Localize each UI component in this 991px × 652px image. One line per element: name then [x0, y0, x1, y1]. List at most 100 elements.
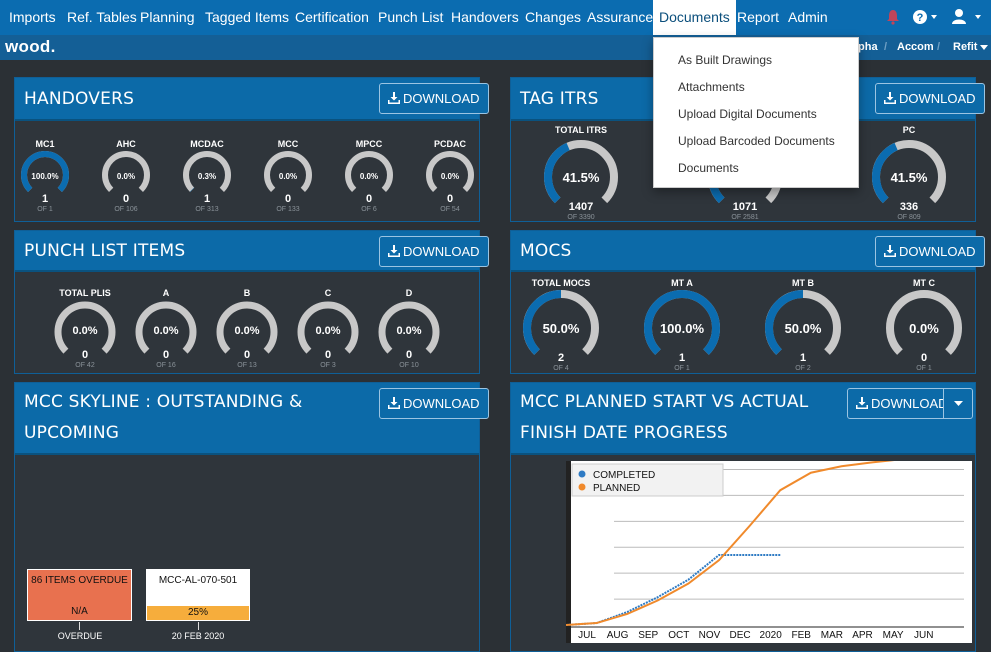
- gauge[interactable]: AHC0.0%0OF 106: [105, 139, 147, 213]
- gauge-count: 0: [123, 193, 129, 205]
- panel-body: 86 ITEMS OVERDUE N/A MCC-AL-070-501 25% …: [15, 455, 479, 651]
- x-tick-label: NOV: [699, 630, 721, 641]
- chevron-down-icon[interactable]: [980, 45, 988, 51]
- download-button[interactable]: DOWNLOAD: [847, 388, 957, 419]
- panel-title: PUNCH LIST ITEMS: [24, 236, 185, 267]
- gauge-percent: 0.0%: [360, 172, 378, 181]
- gauge[interactable]: PCDAC0.0%0OF 54: [429, 139, 471, 213]
- gauge[interactable]: MT A100.0%1OF 1: [648, 278, 716, 372]
- breadcrumb-item[interactable]: pha: [858, 41, 878, 53]
- gauge-label: A: [163, 288, 170, 298]
- nav-imports[interactable]: Imports: [9, 0, 56, 35]
- card-caption: 20 FEB 2020: [163, 631, 233, 641]
- gauge[interactable]: B0.0%0OF 13: [220, 288, 274, 369]
- tick: [79, 622, 80, 630]
- panel-body: TOTAL PLIS0.0%0OF 42 A0.0%0OF 16 B0.0%0OF …: [15, 272, 479, 373]
- help-icon[interactable]: ?: [913, 9, 941, 25]
- panel-title: MCC PLANNED START VS ACTUAL: [520, 387, 808, 418]
- handovers-gauges: MC1100.0%1OF 1AHC0.0%0OF 106MCDAC0.3%1OF…: [15, 121, 479, 221]
- nav-planning[interactable]: Planning: [140, 0, 195, 35]
- gauge[interactable]: TOTAL ITRS41.5%1407OF 3390: [548, 125, 614, 221]
- gauge[interactable]: MCC0.0%0OF 133: [267, 139, 309, 213]
- nav-tagged-items[interactable]: Tagged Items: [205, 0, 289, 35]
- gauge-total: OF 10: [399, 362, 419, 369]
- gauge[interactable]: C0.0%0OF 3: [301, 288, 355, 369]
- panel-header: MCC SKYLINE : OUTSTANDING & UPCOMING DOW…: [15, 383, 479, 455]
- menu-item-as-built-drawings[interactable]: As Built Drawings: [678, 53, 772, 67]
- gauge[interactable]: D0.0%0OF 10: [382, 288, 436, 369]
- gauge-percent: 0.0%: [117, 172, 135, 181]
- x-tick-label: SEP: [638, 630, 658, 641]
- gauge-percent: 0.0%: [315, 325, 340, 337]
- download-button[interactable]: DOWNLOAD: [875, 83, 985, 114]
- nav-handovers[interactable]: Handovers: [451, 0, 519, 35]
- gauge-total: OF 3: [320, 362, 336, 369]
- breadcrumb-separator: /: [884, 41, 887, 53]
- nav-admin[interactable]: Admin: [788, 0, 828, 35]
- overdue-card[interactable]: 86 ITEMS OVERDUE N/A: [27, 569, 132, 621]
- nav-report[interactable]: Report: [737, 0, 779, 35]
- breadcrumb-item[interactable]: Refit: [953, 41, 977, 53]
- download-button[interactable]: DOWNLOAD: [875, 236, 985, 267]
- wood-logo: wood.: [5, 37, 56, 57]
- gauge-total: OF 1: [916, 365, 932, 372]
- download-button[interactable]: DOWNLOAD: [379, 236, 489, 267]
- gauge-count: 0: [921, 352, 927, 364]
- download-button[interactable]: DOWNLOAD: [379, 83, 489, 114]
- download-icon: [884, 245, 896, 257]
- download-icon: [388, 245, 400, 257]
- nav-punch-list[interactable]: Punch List: [378, 0, 443, 35]
- gauge[interactable]: TOTAL MOCS50.0%2OF 4: [527, 278, 595, 372]
- punch-list-gauges: TOTAL PLIS0.0%0OF 42 A0.0%0OF 16 B0.0%0OF …: [15, 272, 479, 373]
- nav-ref-tables[interactable]: Ref. Tables: [67, 0, 137, 35]
- gauge-count: 1: [42, 193, 48, 205]
- menu-item-upload-barcoded-documents[interactable]: Upload Barcoded Documents: [678, 134, 835, 148]
- breadcrumb-item[interactable]: Accom: [897, 41, 934, 53]
- gauge[interactable]: MC1100.0%1OF 1: [24, 139, 66, 213]
- panel-title: MCC SKYLINE : OUTSTANDING &: [24, 387, 302, 418]
- gauge-label: PCDAC: [434, 139, 467, 149]
- gauge-count: 0: [366, 193, 372, 205]
- panel-header: MOCS DOWNLOAD: [511, 231, 975, 272]
- chart-svg: 02004006008001,0001,2001,4001,6001,8002,…: [566, 461, 972, 643]
- gauge-total: OF 1: [674, 365, 690, 372]
- gauge-percent: 0.0%: [441, 172, 459, 181]
- gauge-percent: 0.0%: [279, 172, 297, 181]
- gauge-count: 1: [679, 352, 685, 364]
- nav-documents[interactable]: Documents: [653, 0, 736, 35]
- x-tick-label: JUN: [914, 630, 933, 641]
- legend-marker: [579, 471, 586, 478]
- gauge[interactable]: PC41.5%336OF 809: [876, 125, 942, 221]
- gauge-count: 2: [558, 352, 564, 364]
- upcoming-card[interactable]: MCC-AL-070-501 25%: [146, 569, 250, 621]
- panel-header: HANDOVERS DOWNLOAD: [15, 78, 479, 121]
- download-icon: [884, 92, 896, 104]
- x-tick-label: DEC: [729, 630, 750, 641]
- user-icon[interactable]: [951, 8, 983, 26]
- menu-item-upload-digital-documents[interactable]: Upload Digital Documents: [678, 107, 817, 121]
- bell-icon[interactable]: [886, 9, 900, 25]
- download-options-button[interactable]: [943, 388, 973, 419]
- gauge[interactable]: MT B50.0%1OF 2: [769, 278, 837, 372]
- gauge[interactable]: TOTAL PLIS0.0%0OF 42: [58, 288, 112, 369]
- menu-item-attachments[interactable]: Attachments: [678, 80, 745, 94]
- nav-changes[interactable]: Changes: [525, 0, 581, 35]
- gauge-label: D: [406, 288, 413, 298]
- gauge-total: OF 809: [897, 214, 920, 221]
- completed-line: [566, 555, 780, 625]
- gauge-label: TOTAL PLIS: [59, 288, 111, 298]
- progress-fill: 25%: [147, 606, 249, 620]
- gauge[interactable]: MCDAC0.3%1OF 313: [186, 139, 228, 213]
- gauge-total: OF 2581: [731, 214, 758, 221]
- gauge[interactable]: MT C0.0%0OF 1: [890, 278, 958, 372]
- nav-certification[interactable]: Certification: [295, 0, 369, 35]
- gauge[interactable]: MPCC0.0%0OF 6: [348, 139, 390, 213]
- menu-item-documents[interactable]: Documents: [678, 161, 739, 175]
- nav-assurance[interactable]: Assurance: [587, 0, 653, 35]
- download-button[interactable]: DOWNLOAD: [379, 388, 489, 419]
- gauge-count: 0: [325, 349, 331, 361]
- panel-header: PUNCH LIST ITEMS DOWNLOAD: [15, 231, 479, 272]
- gauge-percent: 41.5%: [891, 170, 928, 185]
- gauge-label: MPCC: [356, 139, 383, 149]
- gauge[interactable]: A0.0%0OF 16: [139, 288, 193, 369]
